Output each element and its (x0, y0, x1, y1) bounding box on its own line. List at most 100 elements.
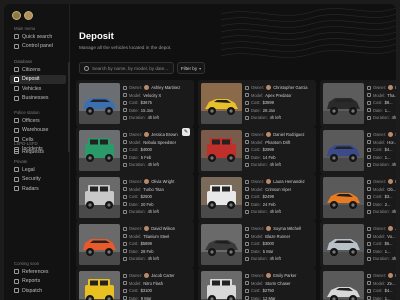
vehicle-card[interactable]: Owner:Ma...Model:Ze...Cost:$4...Date:1..… (320, 268, 396, 300)
vehicle-duration-icon (123, 256, 127, 261)
vehicle-owner-value: Laura Hernandez (273, 179, 305, 185)
vehicle-card[interactable]: Owner: Ashley Martinez Model: Velocity X Cos… (76, 80, 194, 127)
vehicle-card[interactable]: Owner: David Wilson Model: Titanium Steel Co… (76, 221, 194, 268)
vehicle-cost-row: Cost: $2499 (245, 193, 314, 201)
vehicle-model-row: Model: Phantom Drift (245, 139, 314, 147)
vehicle-owner-label: Owner: (373, 132, 387, 138)
vehicle-owner-label: Owner: (251, 85, 265, 91)
vehicle-cost-label: Cost: (251, 288, 261, 294)
vehicle-model-label: Model: (373, 92, 386, 98)
vehicle-card[interactable]: Owner:Eli...Model:Tha...Cost:$8...Date:1… (320, 80, 396, 127)
vehicle-card[interactable]: Owner: Emily Parker Model: Storm Chaser Cost… (198, 268, 316, 300)
search-icon (84, 65, 89, 71)
vehicle-owner-value: Sa... (395, 132, 396, 137)
vehicle-details: Owner: Jacob Carter Model: Nitro Flash Cost:… (123, 272, 192, 300)
vehicle-duration-value: 4h left (269, 115, 281, 121)
vehicle-model-row: Model:Hor... (367, 139, 396, 147)
sidebar-item-vehicles[interactable]: Vehicles (10, 84, 66, 93)
vehicle-owner-icon (123, 226, 127, 231)
sidebar-item-references[interactable]: References (10, 267, 66, 276)
vehicle-cost-row: Cost: $4... (367, 287, 396, 295)
vehicle-duration-label: Duration: (251, 115, 268, 121)
vehicle-card[interactable]: Owner: Jacob Carter Model: Nitro Flash Cost:… (76, 268, 194, 300)
sidebar-item-businesses[interactable]: Businesses (10, 94, 66, 103)
vehicle-date-icon (245, 296, 249, 300)
vehicle-date-row: Date: 14 Feb (245, 154, 314, 162)
book-icon (14, 269, 19, 274)
vehicle-card[interactable]: Owner: Olivia Wright Model: Turbo Titan Cost… (76, 174, 194, 221)
vehicle-card[interactable]: Owner:Ju...Model:Vo...Cost:$6...Date:1..… (320, 221, 396, 268)
sidebar-item-legal[interactable]: Legal (10, 165, 66, 174)
edit-icon[interactable]: ✎ (182, 128, 190, 136)
vehicle-date-row: Date: 5 Feb (123, 154, 192, 162)
vehicle-owner-row: Owner: Ma... (367, 272, 396, 280)
sidebar-item-quick-search[interactable]: Quick search (10, 32, 66, 41)
search-input[interactable]: Search by name, by model, by date... (79, 62, 174, 74)
vehicle-date-icon (123, 296, 127, 300)
vehicle-card[interactable]: Owner: Christopher Garcia Model: Apex Preda… (198, 80, 316, 127)
vehicle-cost-icon (123, 100, 127, 105)
vehicle-date-value: 12 Mar (262, 295, 276, 300)
vehicle-card[interactable]: Owner: Laura Hernandez Model: Crimson Viper… (198, 174, 316, 221)
sidebar-section-label: Private (14, 159, 28, 164)
vehicle-cost-icon (367, 241, 371, 246)
sidebar-item-dispatch[interactable]: Dispatch (10, 286, 66, 295)
vehicle-date-icon (245, 249, 249, 254)
vehicle-owner-label: Owner: (373, 85, 387, 91)
vehicle-owner-value: Olivia Wright (151, 179, 175, 185)
vehicle-owner-label: Owner: (129, 226, 143, 232)
sidebar-item-citizens[interactable]: Citizens (10, 65, 66, 74)
vehicle-owner-value: Ma... (395, 273, 396, 278)
sidebar-item-control-panel[interactable]: Control panel (10, 42, 66, 51)
page-title: Deposit (79, 31, 114, 42)
vehicle-model-icon (367, 93, 371, 98)
vehicle-cost-label: Cost: (251, 241, 261, 247)
sidebar-item-security[interactable]: Security (10, 175, 66, 184)
sidebar-item-requests[interactable]: Requests (10, 147, 66, 156)
sidebar-item-warehouse[interactable]: Warehouse (10, 126, 66, 135)
vehicle-date-label: Date: (373, 154, 383, 160)
vehicle-cost-value: $3100 (140, 288, 152, 294)
vehicle-card[interactable]: Owner:Ra...Model:Ob...Cost:$3...Date:2..… (320, 174, 396, 221)
vehicle-model-label: Model: (129, 92, 142, 98)
vehicle-model-label: Model: (373, 233, 386, 239)
filter-dropdown[interactable]: Filter by ▾ (177, 62, 205, 74)
sidebar-item-label: Warehouse (22, 127, 49, 133)
owner-avatar (144, 132, 150, 138)
vehicle-card[interactable]: Owner: Soyma Mitchell Model: Blaze Runner Co… (198, 221, 316, 268)
sidebar-item-reports[interactable]: Reports (10, 277, 66, 286)
filter-label: Filter by (180, 65, 198, 71)
sidebar-scrollbar[interactable] (68, 62, 70, 152)
vehicle-card[interactable]: Owner:Sa...Model:Hor...Cost:$4...Date:1.… (320, 127, 396, 174)
chevron-down-icon: ▾ (199, 65, 202, 71)
vehicle-cost-row: Cost: $3000 (245, 240, 314, 248)
file-icon (14, 278, 19, 284)
vehicle-cost-icon (367, 147, 371, 152)
sidebar-item-officers[interactable]: Officers (10, 116, 66, 125)
vehicle-date-row: Date: 1... (367, 107, 396, 115)
vehicle-duration-row: Duration:4h left (245, 114, 314, 122)
sidebar-item-deposit[interactable]: Deposit (10, 74, 66, 84)
vehicle-cost-icon (245, 241, 249, 246)
shield-icon (14, 176, 19, 182)
vehicle-model-icon (245, 187, 249, 192)
badge-icon (14, 118, 19, 123)
sidebar-item-radars[interactable]: Radars (10, 184, 66, 193)
vehicle-duration-icon (367, 115, 371, 120)
vehicle-owner-label: Owner: (373, 179, 387, 185)
vehicle-card[interactable]: Owner: Jessica Brown Model: Nebula Speedste… (76, 127, 194, 174)
vehicle-model-value: Crimson Viper (265, 186, 292, 192)
vehicle-date-value: 9 Mar (140, 295, 152, 300)
vehicle-date-icon (367, 249, 371, 254)
vehicle-owner-label: Owner: (251, 226, 265, 232)
vehicle-model-icon (245, 234, 249, 239)
vehicle-card[interactable]: Owner: Daniel Rodriguez Model: Phantom Drif… (198, 127, 316, 174)
vehicle-model-row: Model: Vo... (367, 233, 396, 241)
vehicle-owner-value: Jessica Brown (151, 132, 178, 138)
vehicle-model-label: Model: (129, 186, 142, 192)
vehicle-owner-label: Owner: (251, 273, 265, 279)
vehicle-cost-icon (123, 194, 127, 199)
vehicle-cost-label: Cost: (129, 100, 139, 106)
vehicle-cost-row: Cost: $3... (367, 193, 396, 201)
vehicle-model-value: Ob... (387, 186, 396, 192)
